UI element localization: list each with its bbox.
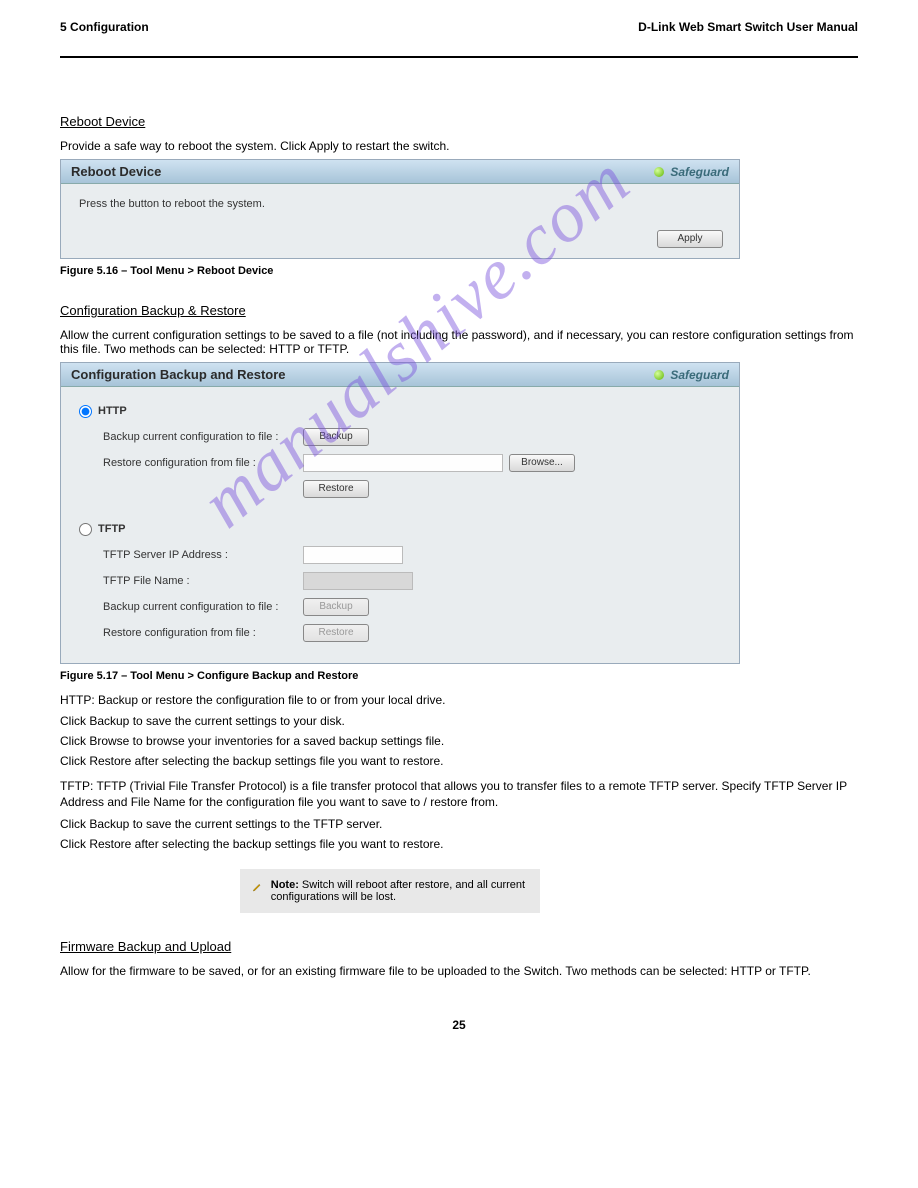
explain-click-browse: Click Browse to browse your inventories … [60,734,858,748]
tftp-file-input[interactable] [303,572,413,590]
explain-click-restore: Click Restore after selecting the backup… [60,754,858,768]
reboot-panel-header: Reboot Device Safeguard [61,160,739,184]
safeguard-badge: Safeguard [654,165,729,179]
reboot-panel: Reboot Device Safeguard Press the button… [60,159,740,259]
tftp-backup-button[interactable]: Backup [303,598,369,616]
chapter-number: 5 [60,20,67,34]
http-restore-from-label: Restore configuration from file : [103,457,303,469]
browse-button[interactable]: Browse... [509,454,575,472]
divider [60,56,858,58]
page-number: 25 [60,1018,858,1032]
tftp-ip-input[interactable] [303,546,403,564]
http-restore-button[interactable]: Restore [303,480,369,498]
reboot-instruction: Press the button to reboot the system. [79,198,721,210]
safeguard-label-2: Safeguard [670,368,729,382]
backup-panel-body: HTTP Backup current configuration to fil… [61,387,739,663]
explain-http: HTTP: Backup or restore the configuratio… [60,692,858,708]
http-file-input[interactable] [303,454,503,472]
explain-click-backup: Click Backup to save the current setting… [60,714,858,728]
note-text: Switch will reboot after restore, and al… [271,879,525,903]
reboot-panel-body: Press the button to reboot the system. [61,184,739,224]
safeguard-dot-icon [654,167,664,177]
http-radio-label: HTTP [98,405,127,417]
reboot-figure-caption: Figure 5.16 – Tool Menu > Reboot Device [60,265,858,277]
firmware-desc: Allow for the firmware to be saved, or f… [60,964,858,978]
tftp-restore-label: Restore configuration from file : [103,627,303,639]
backup-desc: Allow the current configuration settings… [60,328,858,356]
explain-tftp-restore: Click Restore after selecting the backup… [60,837,858,851]
product-line: D-Link Web Smart Switch User Manual [638,20,858,34]
backup-panel-header: Configuration Backup and Restore Safegua… [61,363,739,387]
apply-button[interactable]: Apply [657,230,723,248]
explain-tftp: TFTP: TFTP (Trivial File Transfer Protoc… [60,778,858,810]
note-label: Note: [271,879,299,891]
safeguard-badge-2: Safeguard [654,368,729,382]
reboot-panel-title: Reboot Device [71,164,161,179]
http-backup-label: Backup current configuration to file : [103,431,303,443]
tftp-restore-button[interactable]: Restore [303,624,369,642]
backup-panel-title: Configuration Backup and Restore [71,367,286,382]
section-backup-link: Configuration Backup & Restore [60,303,246,318]
tftp-radio[interactable] [79,523,92,536]
tftp-ip-label: TFTP Server IP Address : [103,549,303,561]
tftp-backup-label: Backup current configuration to file : [103,601,303,613]
tftp-file-label: TFTP File Name : [103,575,303,587]
backup-panel: Configuration Backup and Restore Safegua… [60,362,740,664]
backup-figure-caption: Figure 5.17 – Tool Menu > Configure Back… [60,670,858,682]
explain-tftp-backup: Click Backup to save the current setting… [60,817,858,831]
chapter-label: Configuration [70,20,149,34]
section-reboot-link: Reboot Device [60,114,145,129]
safeguard-dot-icon [654,370,664,380]
section-firmware-link: Firmware Backup and Upload [60,939,231,954]
tftp-radio-label: TFTP [98,523,126,535]
pencil-icon [252,879,263,895]
http-backup-button[interactable]: Backup [303,428,369,446]
http-radio[interactable] [79,405,92,418]
safeguard-label: Safeguard [670,165,729,179]
reboot-desc: Provide a safe way to reboot the system.… [60,139,858,153]
note-box: Note: Switch will reboot after restore, … [240,869,540,913]
